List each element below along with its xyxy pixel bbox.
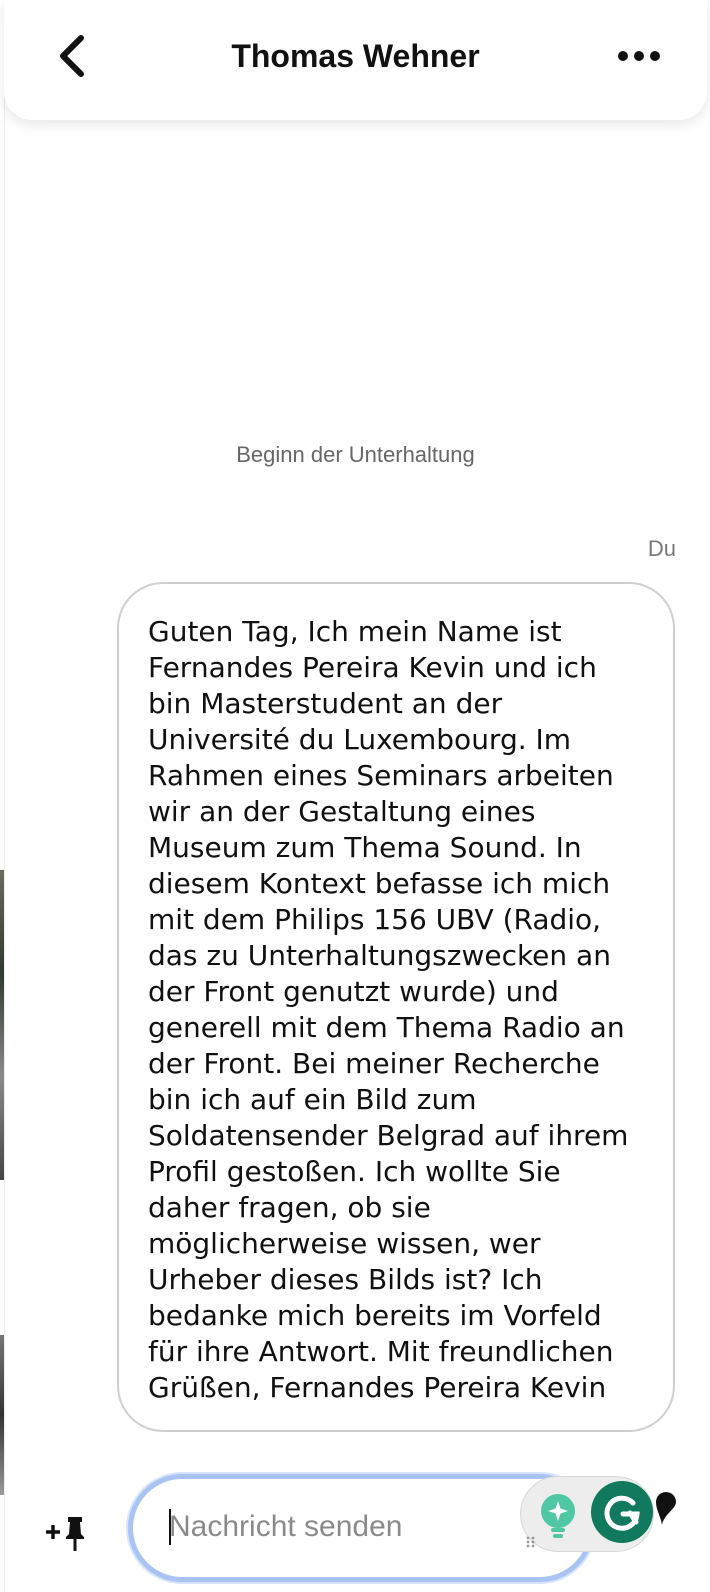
more-dot bbox=[650, 51, 660, 61]
more-horizontal-icon bbox=[618, 51, 628, 61]
lightbulb-sparkle-icon[interactable] bbox=[537, 1493, 579, 1539]
chevron-left-icon bbox=[60, 35, 84, 77]
chat-header: Thomas Wehner bbox=[4, 0, 707, 120]
add-pin-icon bbox=[46, 1517, 84, 1551]
chat-title: Thomas Wehner bbox=[231, 38, 480, 74]
add-pin-button[interactable] bbox=[44, 1510, 100, 1558]
drag-handle-icon[interactable] bbox=[525, 1535, 537, 1549]
back-button[interactable] bbox=[44, 28, 100, 84]
conversation-start-label: Beginn der Unterhaltung bbox=[236, 442, 475, 467]
message-text: Guten Tag, Ich mein Name ist Fernandes P… bbox=[148, 615, 629, 1404]
message-input[interactable] bbox=[169, 1497, 499, 1557]
more-dot bbox=[634, 51, 644, 61]
more-options-button[interactable] bbox=[611, 30, 667, 82]
grammarly-g-icon[interactable] bbox=[591, 1481, 653, 1543]
message-sender-label: Du bbox=[647, 536, 676, 561]
writing-assistant-widget bbox=[520, 1476, 654, 1552]
message-bubble[interactable]: Guten Tag, Ich mein Name ist Fernandes P… bbox=[117, 582, 675, 1432]
message-composer bbox=[4, 1460, 707, 1592]
messenger-page: Thomas Wehner Beginn der Unterhaltung Du… bbox=[0, 0, 710, 1592]
send-button[interactable] bbox=[652, 1492, 682, 1528]
send-icon bbox=[656, 1492, 676, 1525]
text-caret bbox=[169, 1509, 171, 1545]
